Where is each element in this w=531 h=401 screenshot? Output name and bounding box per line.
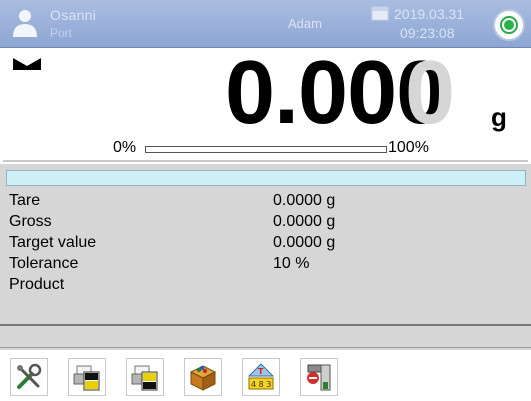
range-max-label: 100% <box>388 139 429 156</box>
info-value: 10 % <box>273 255 310 272</box>
print-footer-icon <box>131 365 158 391</box>
print-header-icon <box>73 365 100 391</box>
print-header-button[interactable] <box>68 358 106 396</box>
stable-indicator-icon <box>13 58 41 70</box>
weight-last-digit: 0 <box>405 43 456 143</box>
info-value: 0.0000 g <box>273 234 336 251</box>
svg-text:4 8 3: 4 8 3 <box>251 380 271 389</box>
dosing-icon <box>307 364 331 391</box>
weight-display: 0.000 0 g 0% 100% <box>3 43 528 162</box>
status-dot <box>504 20 514 30</box>
settings-tools-icon <box>17 363 42 389</box>
print-footer-button[interactable] <box>126 358 164 396</box>
divider <box>0 324 531 326</box>
user-name: Osanni <box>50 7 97 23</box>
working-mode[interactable]: Adam <box>288 16 322 31</box>
info-value: 0.0000 g <box>273 192 336 209</box>
dosing-progress-strip <box>6 170 526 186</box>
info-label: Tare <box>9 192 41 209</box>
info-label: Tolerance <box>9 255 79 272</box>
info-rows: Tare 0.0000 g Gross 0.0000 g Target valu… <box>0 191 531 296</box>
info-row-target-value[interactable]: Target value 0.0000 g <box>0 233 531 254</box>
user-role: Port <box>50 26 73 40</box>
user-icon[interactable] <box>10 7 40 39</box>
range-bar <box>145 146 387 153</box>
info-panel: Tare 0.0000 g Gross 0.0000 g Target valu… <box>0 164 531 350</box>
date-readout: 2019.03.31 <box>394 6 465 22</box>
info-row-product[interactable]: Product <box>0 275 531 296</box>
weight-unit[interactable]: g <box>491 102 507 133</box>
status-ok-icon[interactable] <box>493 9 525 41</box>
range-min-label: 0% <box>113 139 137 156</box>
date-icon <box>371 6 389 21</box>
info-row-gross[interactable]: Gross 0.0000 g <box>0 212 531 233</box>
info-label: Gross <box>9 213 52 230</box>
target-tolerance-button[interactable]: T 4 8 3 <box>242 358 280 396</box>
product-database-icon <box>189 365 217 391</box>
dosing-button[interactable] <box>300 358 338 396</box>
info-row-tolerance[interactable]: Tolerance 10 % <box>0 254 531 275</box>
svg-text:T: T <box>258 367 264 376</box>
divider <box>0 347 531 348</box>
info-value: 0.0000 g <box>273 213 336 230</box>
info-row-tare[interactable]: Tare 0.0000 g <box>0 191 531 212</box>
info-label: Product <box>9 276 65 293</box>
settings-tools-button[interactable] <box>10 358 48 396</box>
product-database-button[interactable] <box>184 358 222 396</box>
target-tolerance-icon: T 4 8 3 <box>247 363 275 390</box>
function-toolbar: T 4 8 3 <box>0 350 531 401</box>
info-label: Target value <box>9 234 97 251</box>
